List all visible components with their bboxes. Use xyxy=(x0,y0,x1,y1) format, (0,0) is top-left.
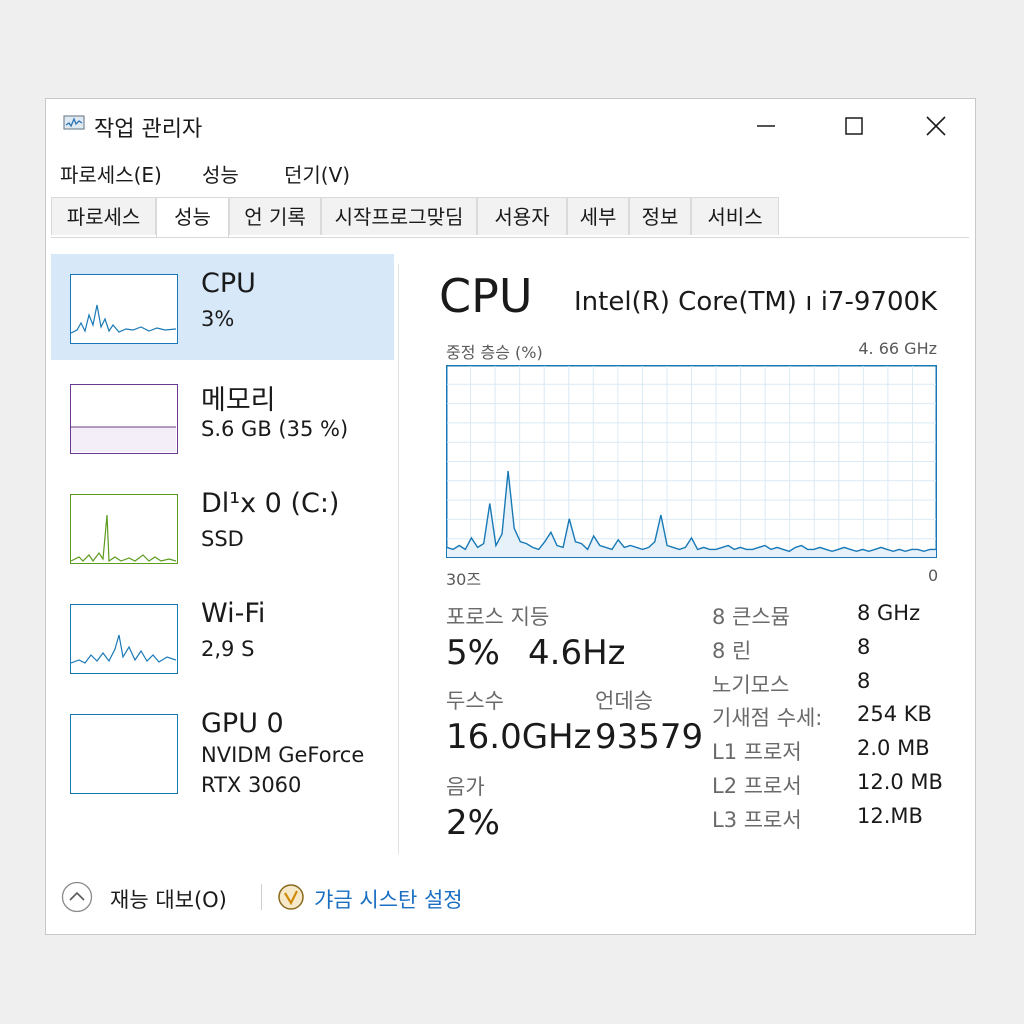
page-title: CPU xyxy=(439,269,533,323)
menu-view[interactable]: 던기(V) xyxy=(284,159,350,188)
minimize-button[interactable] xyxy=(736,107,796,145)
chevron-up-icon[interactable] xyxy=(61,881,93,913)
window-title: 작업 관리자 xyxy=(94,117,203,142)
utilization-value: 5% xyxy=(446,633,500,673)
spec-value: 12.0 MB xyxy=(857,770,943,794)
speed-value: 4.6Hz xyxy=(528,633,626,673)
sidebar-item-cpu[interactable]: CPU 3% xyxy=(51,254,394,360)
sidebar-item-value: S.6 GB (35 %) xyxy=(201,417,349,441)
spec-key: 8 린 xyxy=(712,639,752,663)
disk-thumbnail-graph xyxy=(70,494,178,564)
wifi-thumbnail-graph xyxy=(70,604,178,674)
open-resource-monitor-link[interactable]: 갸금 시스탄 설정 xyxy=(314,884,463,914)
utilization-label: 포로스 지등 xyxy=(446,605,550,629)
graph-zero-label: 0 xyxy=(928,566,939,585)
resource-sidebar: CPU 3% 메모리 S.6 GB (35 %) Dl¹x 0 (C:) SSD xyxy=(51,254,396,854)
fewer-details-button[interactable]: 재능 대보(O) xyxy=(110,884,227,914)
footer-separator xyxy=(261,884,262,910)
graph-max-value: 4. 66 GHz xyxy=(858,339,937,358)
cpu-thumbnail-graph xyxy=(70,274,178,344)
tab-info[interactable]: 정보 xyxy=(629,197,691,235)
handles-label: 음가 xyxy=(446,775,485,799)
tab-startup[interactable]: 시작프로그맞딤 xyxy=(321,197,477,235)
spec-value: 8 GHz xyxy=(857,601,921,625)
task-manager-icon xyxy=(63,114,85,132)
tab-details[interactable]: 세부 xyxy=(567,197,629,235)
processes-label: 두스수 xyxy=(446,689,504,713)
cpu-utilization-graph xyxy=(446,365,937,558)
sidebar-item-value: NVIDM GeForce xyxy=(201,743,365,767)
spec-key: 노기모스 xyxy=(712,673,790,697)
sidebar-item-label: Dl¹x 0 (C:) xyxy=(201,488,340,519)
tab-processes[interactable]: 파로세스 xyxy=(51,197,156,235)
title-bar[interactable]: 작업 관리자 xyxy=(46,99,975,153)
threads-value: 93579 xyxy=(595,717,704,757)
processes-value: 16.0GHz xyxy=(446,717,592,757)
sidebar-item-memory[interactable]: 메모리 S.6 GB (35 %) xyxy=(51,364,394,470)
sidebar-item-value: 3% xyxy=(201,307,235,331)
sidebar-item-value-2: RTX 3060 xyxy=(201,773,302,797)
spec-value: 12.MB xyxy=(857,804,923,828)
tab-bar: 파로세스 성능 언 기록 시작프로그맞딤 서용자 세부 정보 서비스 xyxy=(51,197,969,238)
sidebar-item-value: SSD xyxy=(201,527,244,551)
threads-label: 언데승 xyxy=(595,689,653,713)
menu-file[interactable]: 파로세스(E) xyxy=(60,159,162,188)
sidebar-item-label: CPU xyxy=(201,268,256,299)
maximize-button[interactable] xyxy=(824,107,884,145)
tab-services[interactable]: 서비스 xyxy=(691,197,779,235)
memory-thumbnail-graph xyxy=(70,384,178,454)
spec-value: 8 xyxy=(857,635,871,659)
sidebar-item-wifi[interactable]: Wi-Fi 2,9 S xyxy=(51,584,394,690)
graph-time-label: 30즈 xyxy=(446,570,482,589)
spec-key: L2 프로서 xyxy=(712,774,802,798)
graph-label: 중정 층승 (%) xyxy=(446,343,543,362)
cpu-model-name: Intel(R) Core(TM) ı i7-9700K xyxy=(574,287,938,317)
sidebar-item-gpu[interactable]: GPU 0 NVIDM GeForce RTX 3060 xyxy=(51,694,394,800)
sidebar-item-disk[interactable]: Dl¹x 0 (C:) SSD xyxy=(51,474,394,580)
handles-value: 2% xyxy=(446,803,500,843)
menu-options[interactable]: 성능 xyxy=(202,159,239,188)
sidebar-item-value: 2,9 S xyxy=(201,637,255,661)
close-button[interactable] xyxy=(906,107,966,145)
spec-key: L3 프로서 xyxy=(712,808,802,832)
resource-monitor-icon xyxy=(277,883,305,911)
maximize-icon xyxy=(845,117,863,135)
spec-value: 2.0 MB xyxy=(857,736,930,760)
close-icon xyxy=(926,116,946,136)
sidebar-item-label: GPU 0 xyxy=(201,708,284,739)
menu-bar: 파로세스(E) 성능 던기(V) xyxy=(46,157,975,189)
tab-app-history[interactable]: 언 기록 xyxy=(229,197,321,235)
sidebar-item-label: 메모리 xyxy=(201,385,276,416)
tab-users[interactable]: 서용자 xyxy=(477,197,567,235)
task-manager-window: 작업 관리자 파로세스(E) 성능 던기(V) 파로세스 성능 언 기록 시작프… xyxy=(45,98,976,935)
spec-value: 8 xyxy=(857,669,871,693)
spec-key: L1 프로저 xyxy=(712,740,802,764)
gpu-thumbnail-graph xyxy=(70,714,178,794)
minimize-icon xyxy=(757,125,775,127)
sidebar-item-label: Wi-Fi xyxy=(201,598,266,629)
spec-key: 기새점 수세: xyxy=(712,706,823,730)
spec-value: 254 KB xyxy=(857,702,932,726)
tab-performance[interactable]: 성능 xyxy=(156,197,229,237)
pane-divider xyxy=(398,264,399,854)
spec-key: 8 큰스뮴 xyxy=(712,605,790,629)
